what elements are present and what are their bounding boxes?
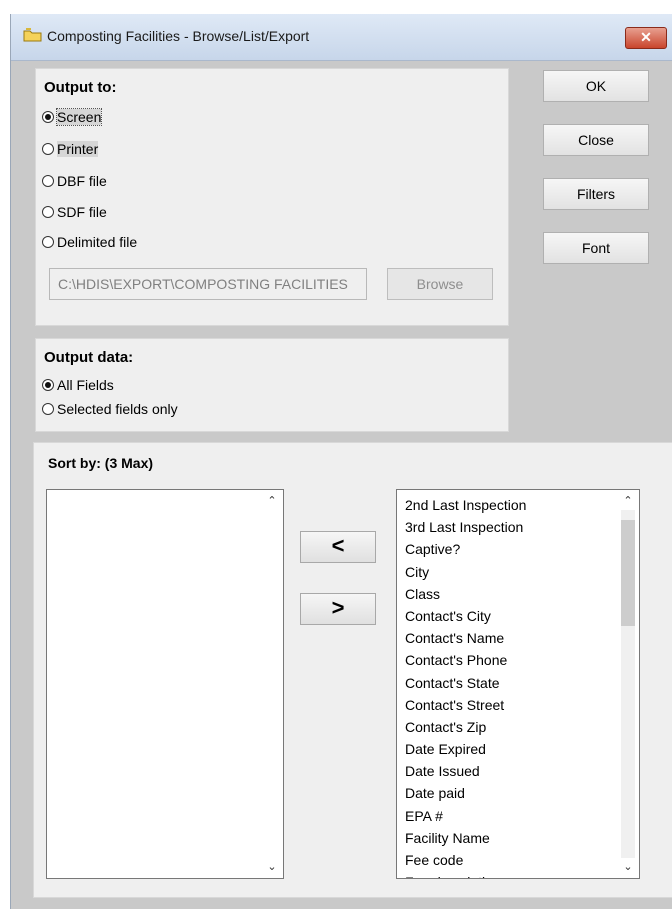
list-item[interactable]: Contact's City — [405, 605, 611, 627]
radio-label-delimited-file: Delimited file — [57, 234, 138, 250]
folder-icon — [23, 28, 42, 42]
selected-sort-fields-list[interactable]: ⌃ ⌄ — [46, 489, 284, 879]
sort-by-heading: Sort by: (3 Max) — [48, 455, 154, 471]
list-item[interactable]: EPA # — [405, 805, 611, 827]
list-item[interactable]: Contact's State — [405, 672, 611, 694]
move-left-button[interactable]: < — [300, 531, 376, 563]
close-window-button[interactable]: ✕ — [625, 27, 667, 49]
available-fields-items: 2nd Last Inspection 3rd Last Inspection Ca… — [405, 494, 611, 878]
radio-label-selected-fields: Selected fields only — [57, 401, 178, 417]
close-button[interactable]: Close — [543, 124, 649, 156]
filters-button[interactable]: Filters — [543, 178, 649, 210]
radio-label-sdf-file: SDF file — [57, 204, 107, 220]
scroll-down-icon[interactable]: ⌄ — [619, 858, 637, 876]
list-item[interactable]: Date Issued — [405, 760, 611, 782]
sort-by-panel: Sort by: (3 Max) ⌃ ⌄ < > 2nd Last Inspec… — [33, 442, 672, 898]
radio-button-checked[interactable] — [42, 379, 54, 391]
radio-label-dbf-file: DBF file — [57, 173, 107, 189]
export-path-field[interactable]: C:\HDIS\EXPORT\COMPOSTING FACILITIES — [49, 268, 367, 300]
list-item[interactable]: 3rd Last Inspection — [405, 516, 611, 538]
output-to-heading: Output to: — [44, 79, 117, 96]
list-item[interactable]: Date paid — [405, 782, 611, 804]
output-data-heading: Output data: — [44, 349, 134, 366]
radio-button-checked[interactable] — [42, 111, 54, 123]
list-item[interactable]: 2nd Last Inspection — [405, 494, 611, 516]
window-title: Composting Facilities - Browse/List/Expo… — [47, 28, 310, 44]
radio-button[interactable] — [42, 175, 54, 187]
radio-label-all-fields: All Fields — [57, 377, 114, 393]
title-bar[interactable]: Composting Facilities - Browse/List/Expo… — [11, 14, 672, 61]
radio-button[interactable] — [42, 403, 54, 415]
dialog-window: Composting Facilities - Browse/List/Expo… — [10, 14, 672, 909]
list-item[interactable]: Contact's Phone — [405, 649, 611, 671]
list-item[interactable]: City — [405, 561, 611, 583]
scrollbar[interactable]: ⌃ ⌄ — [619, 492, 637, 876]
list-item[interactable]: Class — [405, 583, 611, 605]
list-item[interactable]: Fee description — [405, 871, 611, 878]
font-button[interactable]: Font — [543, 232, 649, 264]
list-item[interactable]: Contact's Zip — [405, 716, 611, 738]
move-right-button[interactable]: > — [300, 593, 376, 625]
ok-button[interactable]: OK — [543, 70, 649, 102]
radio-delimited-file[interactable]: Delimited file — [42, 234, 137, 250]
radio-button[interactable] — [42, 236, 54, 248]
list-item[interactable]: Fee code — [405, 849, 611, 871]
radio-label-printer: Printer — [57, 141, 99, 157]
radio-button[interactable] — [42, 206, 54, 218]
scroll-down-icon[interactable]: ⌄ — [263, 858, 281, 876]
scrollbar[interactable]: ⌃ ⌄ — [263, 492, 281, 876]
output-data-panel: Output data: All Fields Selected fields … — [35, 338, 509, 432]
radio-dbf-file[interactable]: DBF file — [42, 173, 107, 189]
browse-button[interactable]: Browse — [387, 268, 493, 300]
radio-screen[interactable]: Screen — [42, 108, 103, 126]
scroll-thumb[interactable] — [621, 520, 635, 626]
radio-button[interactable] — [42, 143, 54, 155]
radio-all-fields[interactable]: All Fields — [42, 377, 114, 393]
list-item[interactable]: Date Expired — [405, 738, 611, 760]
available-fields-list[interactable]: 2nd Last Inspection 3rd Last Inspection Ca… — [396, 489, 640, 879]
list-item[interactable]: Facility Name — [405, 827, 611, 849]
scroll-up-icon[interactable]: ⌃ — [263, 492, 281, 510]
radio-selected-fields[interactable]: Selected fields only — [42, 401, 178, 417]
radio-printer[interactable]: Printer — [42, 141, 99, 157]
list-item[interactable]: Captive? — [405, 538, 611, 560]
list-item[interactable]: Contact's Street — [405, 694, 611, 716]
list-item[interactable]: Contact's Name — [405, 627, 611, 649]
scroll-track[interactable] — [621, 510, 635, 858]
radio-label-screen: Screen — [55, 108, 103, 126]
radio-sdf-file[interactable]: SDF file — [42, 204, 107, 220]
scroll-up-icon[interactable]: ⌃ — [619, 492, 637, 510]
